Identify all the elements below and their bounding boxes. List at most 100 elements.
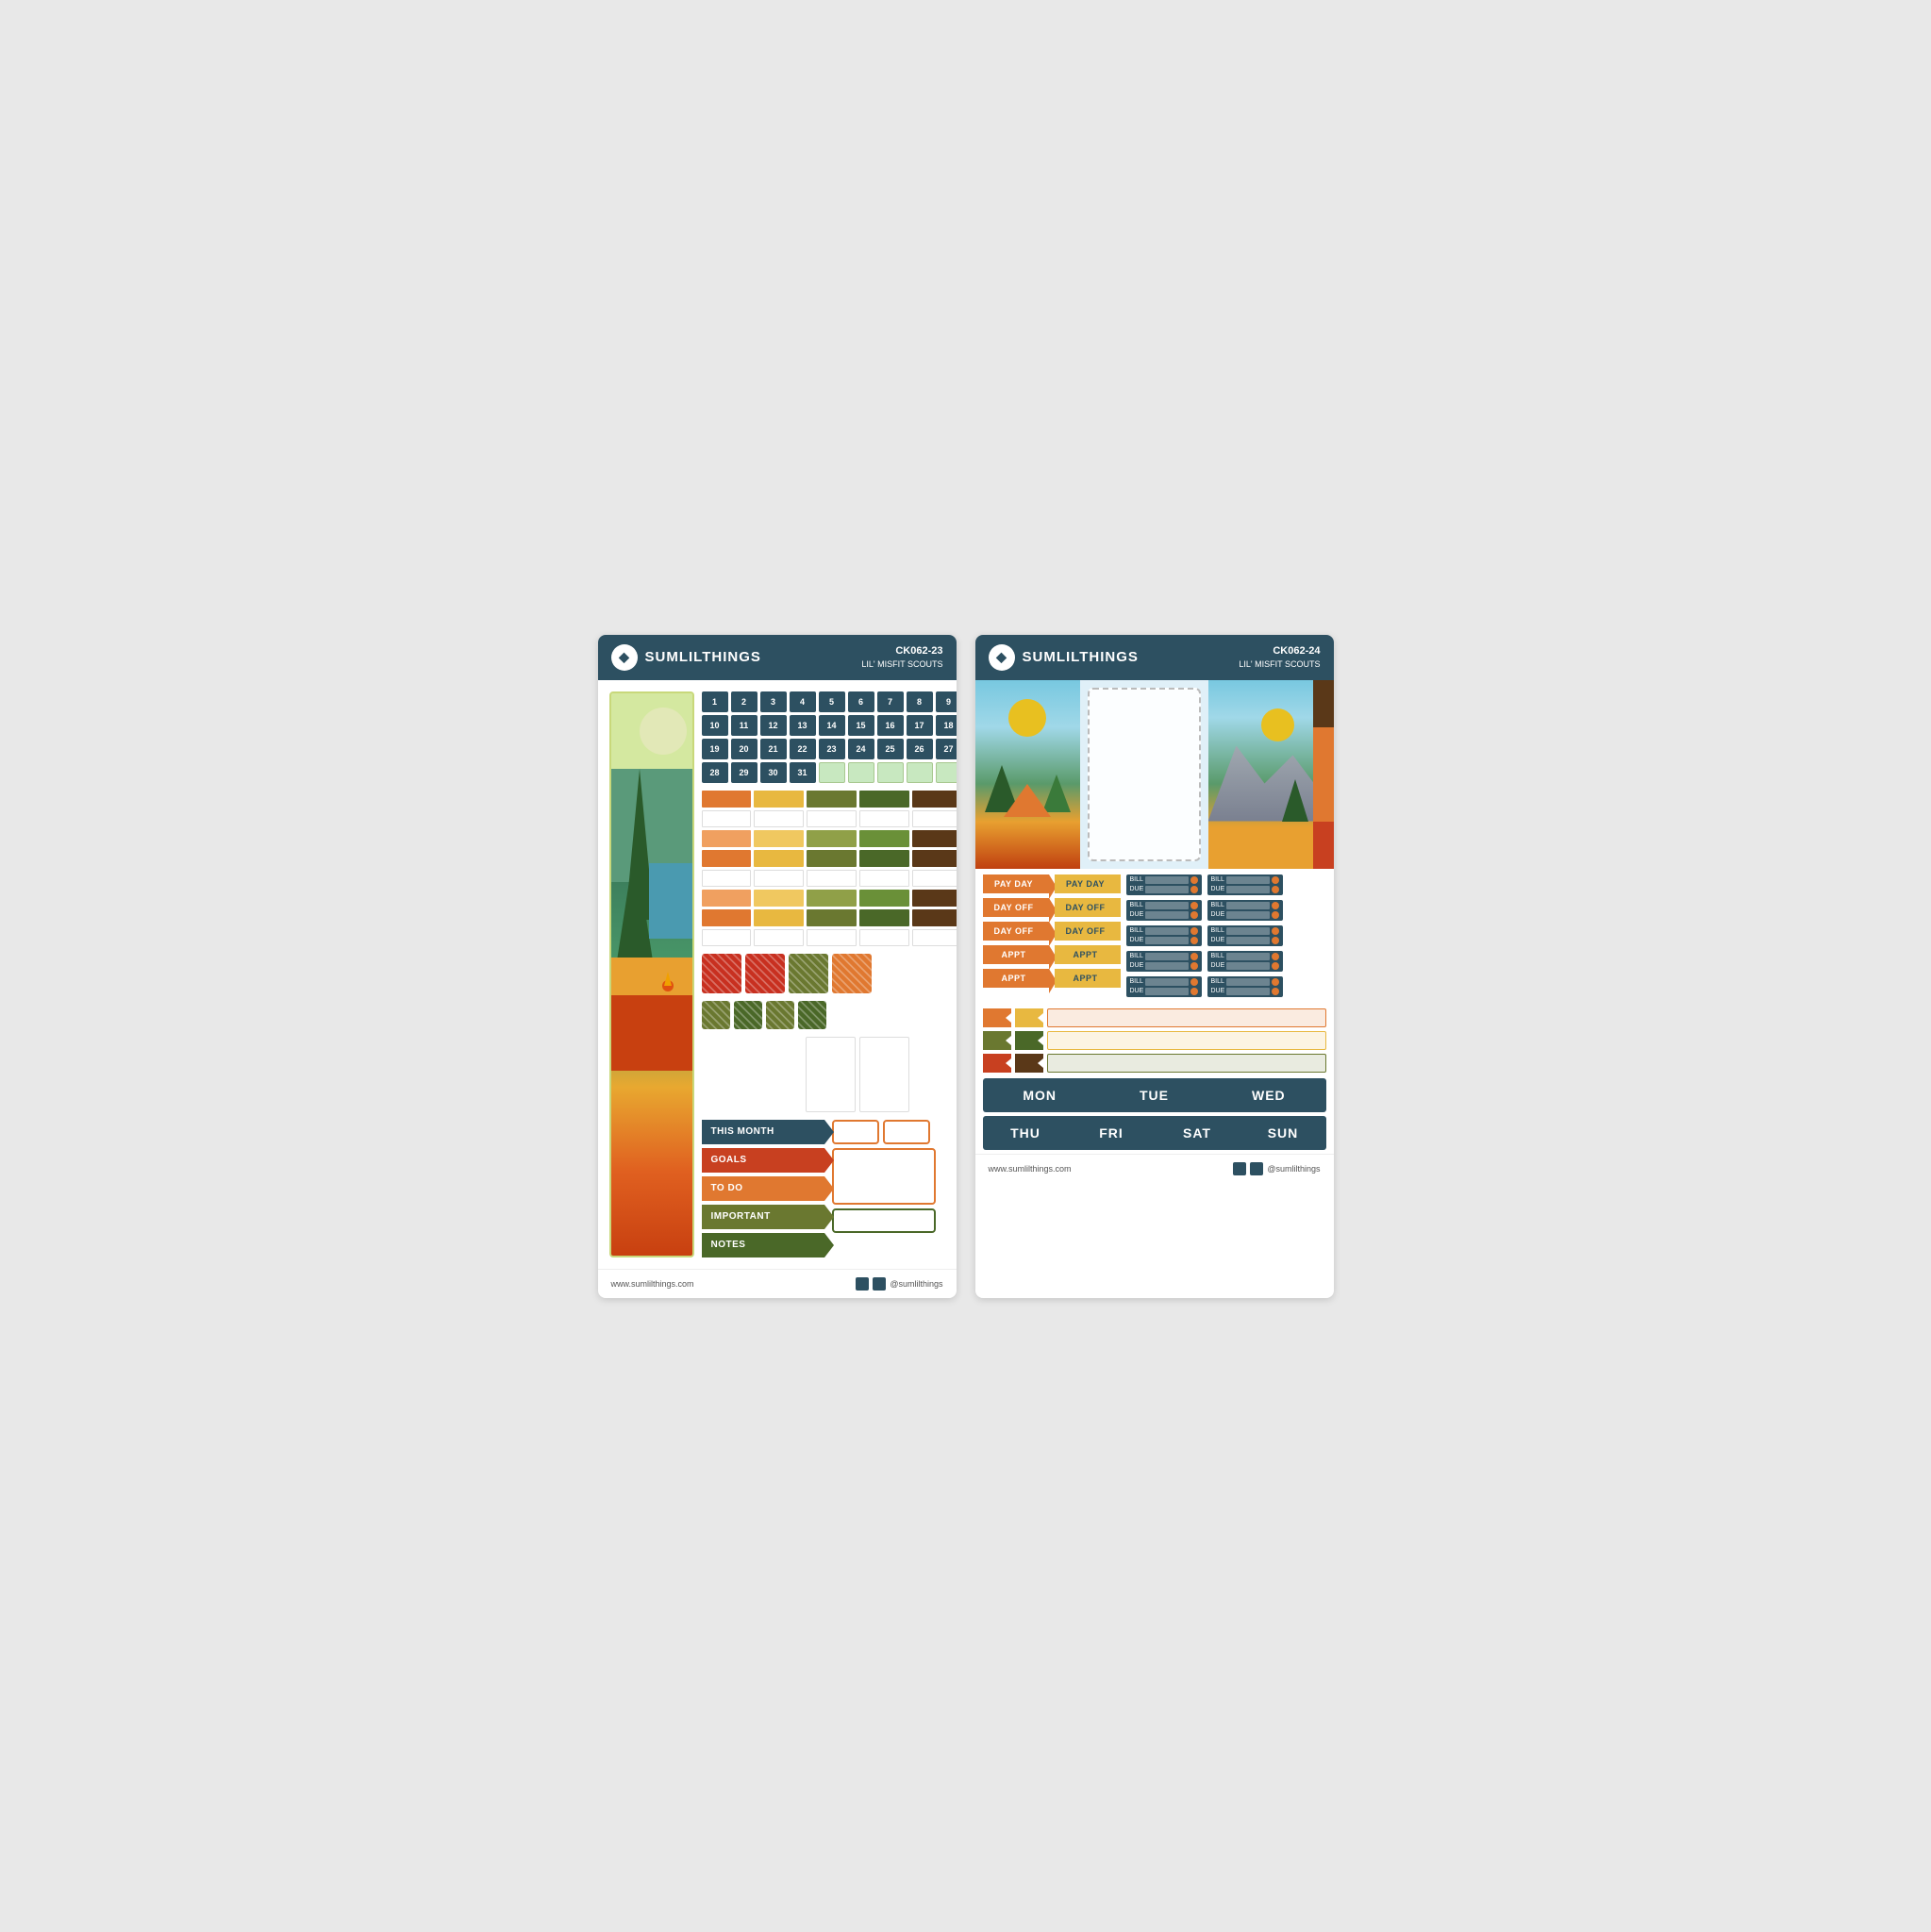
strip-row-8 [702, 929, 957, 946]
pattern-red-2 [745, 954, 785, 993]
tent [1004, 784, 1051, 817]
footer-url-right: www.sumlilthings.com [989, 1164, 1072, 1174]
num-empty-2 [848, 762, 874, 783]
sticker-appt-2: APPT [983, 969, 1049, 988]
scene-svg [611, 693, 694, 1071]
rs-red [1313, 822, 1334, 869]
bill-6: BILL DUE [1207, 874, 1283, 895]
bill-2: BILL DUE [1126, 900, 1202, 921]
strip-lt-olive-2 [807, 890, 857, 907]
day-sat: SAT [1155, 1116, 1240, 1150]
strip-lt-green-2 [859, 890, 909, 907]
pattern-orange-1 [832, 954, 872, 993]
right-card-footer: www.sumlilthings.com @sumlilthings [975, 1154, 1334, 1183]
strip-olive-1 [807, 791, 857, 808]
washi-row-3 [983, 1054, 1326, 1073]
strip-white-3 [807, 810, 857, 827]
strip-green-2 [859, 850, 909, 867]
white-box-wide [832, 1208, 936, 1233]
strip-lt-yellow-2 [754, 890, 804, 907]
num-18: 18 [936, 715, 957, 736]
sticker-payday-2: PAY DAY [1055, 874, 1121, 893]
strip-brown-4 [912, 890, 957, 907]
strip-white-1 [702, 810, 752, 827]
sticker-appt-3: APPT [1055, 945, 1121, 964]
num-6: 6 [848, 691, 874, 712]
left-card-header: ◆ SUMLILTHINGS CK062-23 LIL' MISFIT SCOU… [598, 635, 957, 680]
washi-bar-yellow-1 [1047, 1031, 1326, 1050]
num-empty-4 [907, 762, 933, 783]
tall-strip-brown [913, 1037, 956, 1112]
num-7: 7 [877, 691, 904, 712]
right-card: ◆ SUMLILTHINGS CK062-24 LIL' MISFIT SCOU… [975, 635, 1334, 1298]
strip-orange-3 [702, 909, 752, 926]
instagram-icon-right [1233, 1162, 1246, 1175]
washi-bar-olive-1 [1047, 1054, 1326, 1073]
strip-white-9 [859, 870, 909, 887]
bill-5: BILL DUE [1126, 976, 1202, 997]
pattern-olive-2 [702, 1001, 730, 1029]
pattern-red-1 [702, 954, 741, 993]
tall-strip-yellow [754, 1037, 802, 1112]
social-handle-right: @sumlilthings [1267, 1164, 1320, 1174]
bill-8: BILL DUE [1207, 925, 1283, 946]
facebook-icon-right [1250, 1162, 1263, 1175]
sun-right [1261, 708, 1294, 741]
strip-brown-1 [912, 791, 957, 808]
brand-name-right: SUMLILTHINGS [1023, 649, 1139, 665]
day-mon: MON [983, 1078, 1097, 1112]
banner-this-month: THIS MONTH [702, 1120, 824, 1144]
num-29: 29 [731, 762, 757, 783]
boxes-row-1 [832, 1120, 936, 1144]
washi-row-2 [983, 1031, 1326, 1050]
strip-row-2 [702, 810, 957, 827]
strip-brown-3 [912, 850, 957, 867]
num-empty-5 [936, 762, 957, 783]
washi-flag-yellow-1 [1015, 1008, 1043, 1027]
washi-flag-olive-1 [983, 1031, 1011, 1050]
header-left: ◆ SUMLILTHINGS [611, 644, 761, 671]
num-23: 23 [819, 739, 845, 759]
sticker-dayoff-3: DAY OFF [1055, 898, 1121, 917]
product-subtitle-right: LIL' MISFIT SCOUTS [1239, 658, 1320, 671]
bill-1: BILL DUE [1126, 874, 1202, 895]
right-strips-col [1313, 680, 1334, 869]
strip-white-6 [702, 870, 752, 887]
bill-stickers-2: BILL DUE BILL DUE BILL DUE BILL DUE [1207, 874, 1283, 997]
sun-left [1008, 699, 1046, 737]
sticker-payday-1: PAY DAY [983, 874, 1049, 893]
logo-icon: ◆ [611, 644, 638, 671]
num-13: 13 [790, 715, 816, 736]
strip-white-7 [754, 870, 804, 887]
product-subtitle-left: LIL' MISFIT SCOUTS [861, 658, 942, 671]
note-sticker [1088, 688, 1201, 861]
num-17: 17 [907, 715, 933, 736]
washi-flag-brown-1 [1015, 1054, 1043, 1073]
number-row-4: 28 29 30 31 [702, 762, 957, 783]
pattern-green-2 [798, 1001, 826, 1029]
number-row-3: 19 20 21 22 23 24 25 26 27 [702, 739, 957, 759]
num-15: 15 [848, 715, 874, 736]
washi-flag-red-1 [983, 1054, 1011, 1073]
white-box-tall [832, 1148, 936, 1205]
left-card-footer: www.sumlilthings.com @sumlilthings [598, 1269, 957, 1298]
washi-row-1 [983, 1008, 1326, 1027]
day-headers: MON TUE WED THU FRI SAT SUN [983, 1078, 1326, 1150]
strip-orange-1 [702, 791, 752, 808]
strip-row-6 [702, 890, 957, 907]
facebook-icon-left [873, 1277, 886, 1291]
label-section: THIS MONTH GOALS TO DO IMPORTANT NOTES [702, 1120, 957, 1257]
sticker-dayoff-1: DAY OFF [983, 898, 1049, 917]
bill-7: BILL DUE [1207, 900, 1283, 921]
social-handle-left: @sumlilthings [890, 1279, 942, 1289]
rs-orange [1313, 727, 1334, 822]
header-right-left: CK062-23 LIL' MISFIT SCOUTS [861, 644, 942, 671]
strip-yellow-2 [754, 850, 804, 867]
num-11: 11 [731, 715, 757, 736]
sticker-dayoff-4: DAY OFF [1055, 922, 1121, 941]
white-box-sm-1 [832, 1120, 879, 1144]
banner-important: IMPORTANT [702, 1205, 824, 1229]
day-thu: THU [983, 1116, 1069, 1150]
strip-row-5 [702, 870, 957, 887]
arrow-stickers-right: PAY DAY DAY OFF DAY OFF APPT APPT [1055, 874, 1121, 997]
